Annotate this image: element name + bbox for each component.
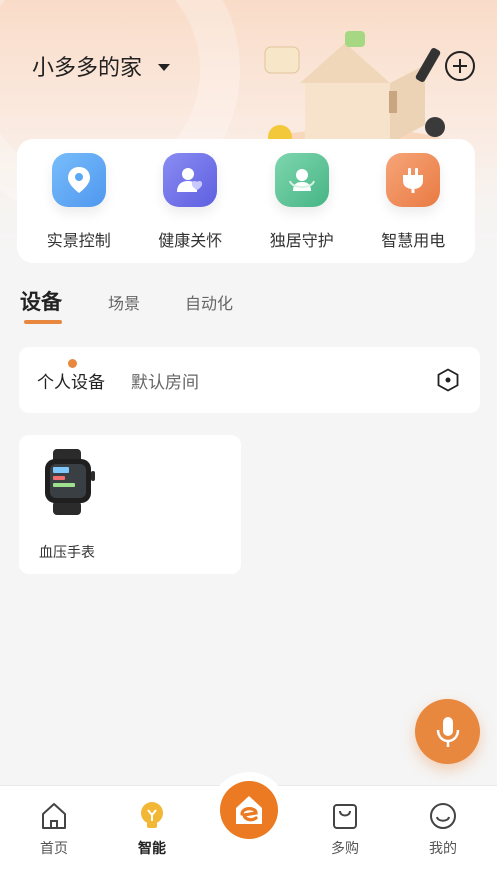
home-selector[interactable]: 小多多的家: [32, 50, 171, 82]
device-card[interactable]: 血压手表: [19, 435, 241, 574]
caret-down-icon: [158, 63, 171, 71]
guard-person-icon: [274, 153, 329, 207]
voice-assistant-button[interactable]: [415, 699, 480, 764]
nav-profile[interactable]: 我的: [408, 800, 478, 858]
quick-action-label: 实景控制: [46, 231, 111, 250]
nav-smart[interactable]: 智能: [117, 800, 187, 858]
quick-action-label: 智慧用电: [381, 231, 446, 250]
quick-action-solitary-guard[interactable]: 独居守护: [252, 153, 352, 251]
room-filter-bar: 个人设备 默认房间: [19, 347, 480, 413]
center-logo-icon: [220, 781, 278, 839]
active-tab-indicator: [24, 320, 62, 324]
quick-action-label: 健康关怀: [158, 231, 223, 250]
nav-label: 多购: [331, 841, 359, 857]
tab-label: 自动化: [185, 294, 234, 313]
tab-label: 设备: [20, 290, 62, 314]
tab-devices[interactable]: 设备: [20, 284, 108, 324]
tab-scenes[interactable]: 场景: [108, 284, 185, 314]
house-illustration: [264, 31, 445, 155]
plug-icon: [386, 153, 441, 207]
nav-label: 首页: [40, 841, 68, 857]
notification-dot: [68, 358, 77, 368]
quick-actions-card: 实景控制 健康关怀 独居守护 智慧用电: [17, 139, 475, 263]
smartwatch-icon: [45, 449, 95, 515]
nav-shopping[interactable]: 多购: [310, 800, 380, 858]
nav-label: 我的: [429, 841, 457, 857]
quick-action-label: 独居守护: [269, 231, 334, 250]
smile-icon: [427, 800, 459, 832]
shopping-bag-icon: [329, 800, 361, 832]
nav-home[interactable]: 首页: [19, 800, 89, 858]
room-label: 个人设备: [37, 372, 105, 393]
quick-action-scene-control[interactable]: 实景控制: [29, 153, 129, 251]
nav-label: 智能: [138, 841, 166, 857]
location-pin-icon: [51, 153, 106, 207]
tab-automation[interactable]: 自动化: [185, 284, 233, 314]
lightbulb-icon: [136, 800, 168, 832]
room-personal-devices[interactable]: 个人设备: [37, 358, 105, 393]
home-icon: [38, 800, 70, 832]
quick-action-health-care[interactable]: 健康关怀: [140, 153, 240, 251]
microphone-icon: [436, 716, 459, 747]
tab-label: 场景: [108, 294, 141, 313]
quick-action-smart-power[interactable]: 智慧用电: [363, 153, 463, 251]
plus-circle-icon[interactable]: [444, 50, 476, 82]
room-default[interactable]: 默认房间: [131, 368, 199, 393]
room-label: 默认房间: [131, 372, 199, 393]
content-tabs: 设备 场景 自动化: [20, 284, 233, 328]
home-name: 小多多的家: [32, 56, 143, 81]
hexagon-settings-icon[interactable]: [436, 368, 460, 392]
nav-center-button[interactable]: [211, 772, 287, 848]
device-name: 血压手表: [39, 545, 95, 561]
person-heart-icon: [163, 153, 218, 207]
